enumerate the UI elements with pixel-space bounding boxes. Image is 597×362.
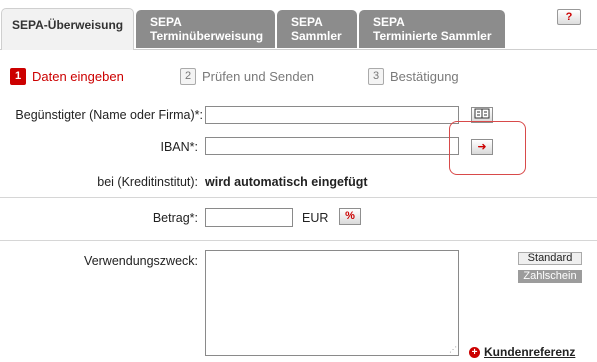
tab-label-line2: Terminierte Sammler bbox=[373, 29, 492, 43]
bank-label: bei (Kreditinstitut): bbox=[97, 175, 198, 189]
tab-label-line2: Terminüberweisung bbox=[150, 29, 264, 43]
currency-label: EUR bbox=[302, 211, 329, 225]
betrag-input[interactable] bbox=[205, 208, 293, 227]
step-number: 2 bbox=[180, 68, 196, 85]
standard-button[interactable]: Standard bbox=[518, 252, 582, 265]
step-number: 3 bbox=[368, 68, 384, 85]
beguenstigter-input[interactable] bbox=[205, 106, 459, 124]
beguenstigter-label: Begünstigter (Name oder Firma)*: bbox=[15, 108, 203, 122]
step-label: Prüfen und Senden bbox=[202, 69, 315, 84]
zahlschein-button[interactable]: Zahlschein bbox=[518, 270, 582, 283]
tab-sepa-sammler[interactable]: SEPA Sammler bbox=[277, 10, 357, 48]
step-1: 1 Daten eingeben bbox=[10, 68, 124, 85]
address-book-icon bbox=[474, 108, 490, 119]
help-button[interactable]: ? bbox=[557, 9, 581, 25]
tab-sepa-ueberweisung[interactable]: SEPA-Überweisung bbox=[1, 8, 134, 50]
step-indicator: 1 Daten eingeben 2 Prüfen und Senden 3 B… bbox=[10, 68, 590, 86]
step-label: Bestätigung bbox=[390, 69, 459, 84]
tab-bar: SEPA-Überweisung SEPA Terminüberweisung … bbox=[0, 0, 597, 50]
step-label: Daten eingeben bbox=[32, 69, 124, 84]
kundenreferenz-link[interactable]: + Kundenreferenz bbox=[469, 345, 575, 359]
plus-icon: + bbox=[469, 346, 480, 358]
verwendungszweck-textarea[interactable]: ⋰ bbox=[205, 250, 459, 356]
tab-label: SEPA-Überweisung bbox=[12, 18, 124, 32]
calculator-button[interactable]: % bbox=[339, 208, 361, 225]
tab-sepa-terminierte-sammler[interactable]: SEPA Terminierte Sammler bbox=[359, 10, 505, 48]
resize-grip-icon[interactable]: ⋰ bbox=[449, 346, 457, 354]
iban-input[interactable] bbox=[205, 137, 459, 155]
tab-label-line1: SEPA bbox=[291, 15, 323, 29]
step-number: 1 bbox=[10, 68, 26, 85]
calculator-icon: % bbox=[345, 210, 355, 222]
kundenreferenz-label: Kundenreferenz bbox=[484, 345, 576, 359]
iban-label: IBAN*: bbox=[160, 140, 198, 154]
highlight-callout bbox=[449, 121, 526, 175]
tab-label-line1: SEPA bbox=[373, 15, 405, 29]
step-2: 2 Prüfen und Senden bbox=[180, 68, 314, 85]
step-3: 3 Bestätigung bbox=[368, 68, 459, 85]
verwendungszweck-label: Verwendungszweck: bbox=[84, 254, 198, 268]
tab-label-line1: SEPA bbox=[150, 15, 182, 29]
tab-sepa-terminueberweisung[interactable]: SEPA Terminüberweisung bbox=[136, 10, 275, 48]
bank-value: wird automatisch eingefügt bbox=[205, 175, 368, 189]
tab-label-line2: Sammler bbox=[291, 29, 342, 43]
divider bbox=[0, 240, 597, 241]
divider bbox=[0, 197, 597, 198]
betrag-label: Betrag*: bbox=[152, 211, 198, 225]
